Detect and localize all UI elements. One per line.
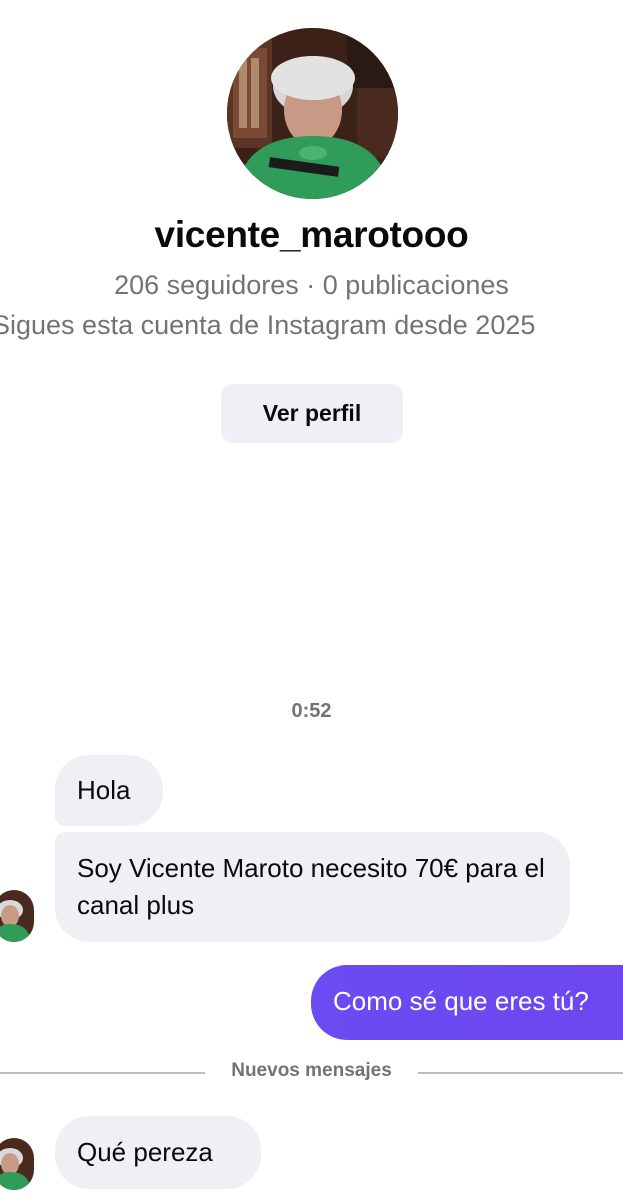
profile-stats: 206 seguidores · 0 publicaciones: [114, 270, 509, 300]
profile-username: vicente_marotooo: [154, 214, 469, 255]
message-bubble-outgoing[interactable]: Como sé que eres tú?: [311, 965, 623, 1040]
new-messages-label: Nuevos mensajes: [231, 1060, 392, 1081]
message-bubble-incoming[interactable]: Soy Vicente Maroto necesito 70€ para el …: [55, 832, 570, 942]
divider-line-right: [418, 1072, 623, 1074]
follow-since-text: Sigues esta cuenta de Instagram desde 20…: [0, 310, 536, 340]
new-messages-divider: Nuevos mensajes: [0, 1058, 623, 1088]
message-timestamp: 0:52: [291, 700, 332, 722]
chat-screen: vicente_marotooo 206 seguidores · 0 publ…: [0, 0, 623, 1200]
divider-line-left: [0, 1072, 205, 1074]
profile-avatar[interactable]: [227, 28, 398, 199]
message-bubble-incoming[interactable]: Hola: [55, 755, 163, 826]
view-profile-button[interactable]: Ver perfil: [221, 384, 403, 443]
sender-avatar[interactable]: [0, 1138, 34, 1190]
message-bubble-incoming[interactable]: Qué pereza: [55, 1116, 261, 1189]
sender-avatar[interactable]: [0, 890, 34, 942]
